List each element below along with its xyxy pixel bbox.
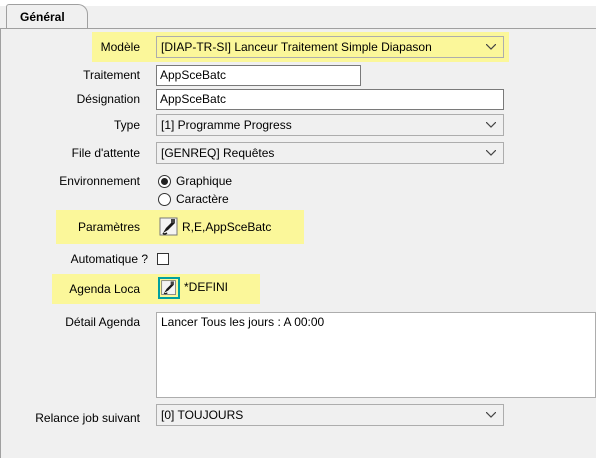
chevron-down-icon (485, 37, 497, 57)
edit-icon (159, 217, 178, 236)
modele-label: Modèle (100, 40, 140, 54)
parametres-label: Paramètres (77, 220, 140, 234)
parametres-edit-button[interactable] (158, 216, 180, 238)
radio-caractere[interactable] (158, 193, 171, 206)
chevron-down-icon (485, 115, 497, 135)
traitement-label: Traitement (83, 68, 140, 82)
environnement-label: Environnement (59, 174, 140, 188)
type-label: Type (113, 118, 140, 132)
designation-input[interactable]: AppSceBatc (156, 89, 504, 110)
chevron-down-icon (485, 143, 497, 163)
chevron-down-icon (485, 405, 497, 425)
file-attente-select[interactable]: [GENREQ] Requêtes (156, 142, 504, 164)
relance-value: [0] TOUJOURS (161, 408, 244, 422)
agenda-loca-value: *DEFINI (184, 280, 229, 294)
modele-value: [DIAP-TR-SI] Lanceur Traitement Simple D… (161, 40, 432, 54)
modele-select[interactable]: [DIAP-TR-SI] Lanceur Traitement Simple D… (156, 36, 504, 58)
traitement-input[interactable]: AppSceBatc (156, 65, 361, 86)
type-select[interactable]: [1] Programme Progress (156, 114, 504, 136)
file-attente-value: [GENREQ] Requêtes (161, 146, 275, 160)
designation-label: Désignation (76, 92, 140, 106)
relance-label: Relance job suivant (35, 411, 140, 425)
window-top-strip (0, 0, 596, 6)
radio-selected-dot (161, 178, 168, 185)
detail-agenda-textarea[interactable]: Lancer Tous les jours : A 00:00 (156, 312, 596, 398)
type-value: [1] Programme Progress (161, 118, 292, 132)
file-attente-label: File d'attente (71, 146, 140, 160)
detail-agenda-label: Détail Agenda (65, 315, 140, 329)
automatique-checkbox[interactable] (157, 253, 169, 265)
radio-caractere-label: Caractère (176, 192, 229, 206)
radio-graphique-label: Graphique (176, 174, 233, 188)
parametres-value: R,E,AppSceBatc (182, 220, 272, 234)
edit-icon (161, 280, 176, 295)
radio-graphique[interactable] (158, 175, 171, 188)
relance-select[interactable]: [0] TOUJOURS (156, 404, 504, 426)
agenda-loca-edit-button[interactable] (158, 277, 180, 299)
tab-general[interactable]: Général (6, 4, 88, 29)
agenda-loca-label: Agenda Loca (69, 282, 140, 296)
tab-general-label: Général (20, 10, 65, 24)
automatique-label: Automatique ? (70, 252, 148, 266)
